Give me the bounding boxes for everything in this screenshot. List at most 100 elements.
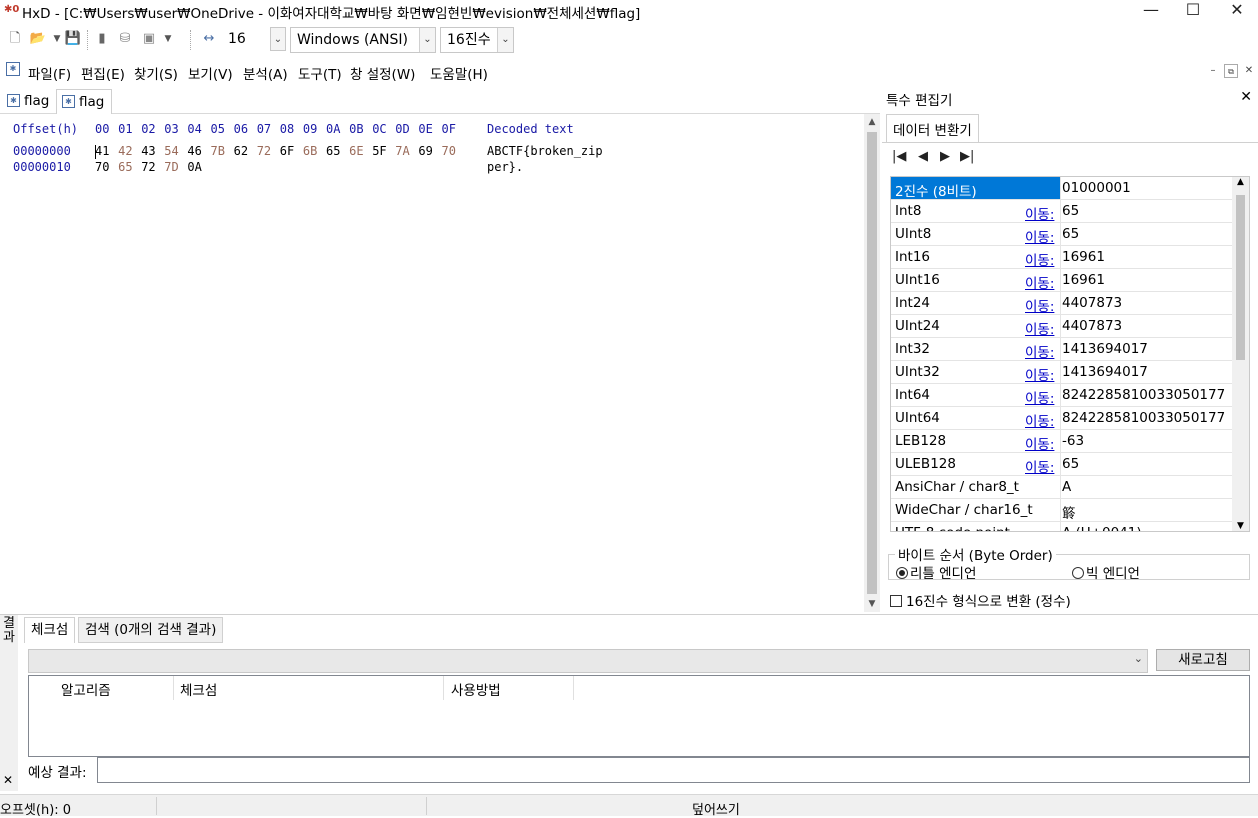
inspector-row[interactable]: 2진수 (8비트) 01000001 xyxy=(891,177,1233,200)
menu-tools[interactable]: 도구(T) xyxy=(298,63,342,83)
inspector-row[interactable]: Int32 이동: 1413694017 xyxy=(891,338,1233,361)
scroll-thumb[interactable] xyxy=(867,132,877,594)
inspector-scrollbar[interactable]: ▲ ▼ xyxy=(1232,177,1249,531)
hex-byte[interactable]: 70 xyxy=(442,144,456,158)
decoded-text[interactable]: per}. xyxy=(487,160,523,174)
inspector-value[interactable]: 01000001 xyxy=(1062,180,1131,196)
go-to-link[interactable]: 이동: xyxy=(1025,295,1054,315)
hex-byte[interactable]: 72 xyxy=(257,144,271,158)
encoding-select[interactable]: Windows (ANSI) ⌄ xyxy=(290,27,436,53)
hex-byte[interactable]: 7B xyxy=(211,144,225,158)
bytes-per-row-select[interactable]: 16 ⌄ xyxy=(222,27,286,53)
hex-format-checkbox[interactable]: 16진수 형식으로 변환 (정수) xyxy=(890,590,1071,610)
inspector-value[interactable]: 16961 xyxy=(1062,272,1105,288)
inspector-value[interactable]: A (U+0041) xyxy=(1062,525,1142,531)
tab-search-results[interactable]: 검색 (0개의 검색 결과) xyxy=(78,617,224,643)
inspector-value[interactable]: 8242285810033050177 xyxy=(1062,387,1225,403)
inspector-row[interactable]: LEB128 이동: -63 xyxy=(891,430,1233,453)
hex-byte[interactable]: 72 xyxy=(141,160,155,174)
mdi-close-icon[interactable]: ✕ xyxy=(1242,64,1256,78)
little-endian-radio[interactable]: 리틀 엔디언 xyxy=(896,562,976,582)
go-to-link[interactable]: 이동: xyxy=(1025,364,1054,384)
inspector-value[interactable]: -63 xyxy=(1062,433,1084,449)
inspector-value[interactable]: 1413694017 xyxy=(1062,341,1148,357)
inspector-row[interactable]: Int8 이동: 65 xyxy=(891,200,1233,223)
inspector-row[interactable]: ULEB128 이동: 65 xyxy=(891,453,1233,476)
algorithm-select[interactable]: ⌄ xyxy=(28,649,1148,673)
go-to-link[interactable]: 이동: xyxy=(1025,341,1054,361)
next-icon[interactable]: ▶ xyxy=(940,149,950,164)
inspector-value[interactable]: 65 xyxy=(1062,226,1079,242)
hex-byte[interactable]: 6E xyxy=(349,144,363,158)
hex-byte[interactable]: 6F xyxy=(280,144,294,158)
hex-byte[interactable]: 65 xyxy=(118,160,132,174)
inspector-value[interactable]: 65 xyxy=(1062,203,1079,219)
tab-flag-2[interactable]: ✱ flag xyxy=(56,89,112,114)
decoded-text[interactable]: ABCTF{broken_zip xyxy=(487,144,603,158)
menu-edit[interactable]: 편집(E) xyxy=(81,63,125,83)
scroll-down-icon[interactable]: ▼ xyxy=(1232,521,1249,531)
hex-byte[interactable]: 69 xyxy=(418,144,432,158)
menu-file[interactable]: 파일(F) xyxy=(28,63,71,83)
inspector-row[interactable]: UInt32 이동: 1413694017 xyxy=(891,361,1233,384)
hex-byte[interactable]: 41 xyxy=(95,144,109,158)
inspector-value[interactable]: 65 xyxy=(1062,456,1079,472)
hex-scrollbar[interactable]: ▲ ▼ xyxy=(864,114,880,612)
inspector-row[interactable]: Int64 이동: 8242285810033050177 xyxy=(891,384,1233,407)
disk-icon[interactable]: ⛁ xyxy=(116,30,134,48)
refresh-button[interactable]: 새로고침 xyxy=(1156,649,1250,671)
big-endian-radio[interactable]: 빅 엔디언 xyxy=(1072,562,1140,582)
hex-byte[interactable]: 7A xyxy=(395,144,409,158)
go-to-link[interactable]: 이동: xyxy=(1025,318,1054,338)
column-algorithm[interactable]: 알고리즘 xyxy=(61,679,111,699)
hex-editor[interactable]: Offset(h) 00 01 02 03 04 05 06 07 08 09 0A 0B 0C 0D 0E… xyxy=(0,114,864,612)
menu-window[interactable]: 창 설정(W) xyxy=(350,63,415,83)
inspector-row[interactable]: UTF-8 code point A (U+0041) xyxy=(891,522,1233,531)
memory-dropdown-icon[interactable]: ▼ xyxy=(159,30,177,48)
last-icon[interactable]: ▶| xyxy=(960,149,974,164)
close-file-icon[interactable]: ▮ xyxy=(93,30,111,48)
expected-result-input[interactable] xyxy=(97,757,1250,783)
hex-byte[interactable]: 62 xyxy=(234,144,248,158)
go-to-link[interactable]: 이동: xyxy=(1025,249,1054,269)
inspector-row[interactable]: UInt24 이동: 4407873 xyxy=(891,315,1233,338)
menu-analysis[interactable]: 분석(A) xyxy=(243,63,288,83)
column-usage[interactable]: 사용방법 xyxy=(451,679,501,699)
scroll-thumb[interactable] xyxy=(1236,195,1245,360)
inspector-row[interactable]: UInt8 이동: 65 xyxy=(891,223,1233,246)
inspector-value[interactable]: 䉁 xyxy=(1062,502,1076,522)
inspector-row[interactable]: UInt64 이동: 8242285810033050177 xyxy=(891,407,1233,430)
inspector-value[interactable]: A xyxy=(1062,479,1071,495)
new-file-icon[interactable]: 🗋 xyxy=(6,30,24,48)
inspector-row[interactable]: AnsiChar / char8_t A xyxy=(891,476,1233,499)
inspector-value[interactable]: 16961 xyxy=(1062,249,1105,265)
go-to-link[interactable]: 이동: xyxy=(1025,203,1054,223)
hex-byte[interactable]: 0A xyxy=(187,160,201,174)
open-folder-icon[interactable]: 📂 xyxy=(29,30,47,48)
close-icon[interactable]: ✕ xyxy=(1240,89,1252,105)
menu-help[interactable]: 도움말(H) xyxy=(430,63,488,83)
menu-search[interactable]: 찾기(S) xyxy=(134,63,178,83)
go-to-link[interactable]: 이동: xyxy=(1025,272,1054,292)
hex-byte[interactable]: 7D xyxy=(164,160,178,174)
menu-view[interactable]: 보기(V) xyxy=(188,63,233,83)
scroll-up-icon[interactable]: ▲ xyxy=(1232,177,1249,187)
hex-byte[interactable]: 65 xyxy=(326,144,340,158)
close-button[interactable]: ✕ xyxy=(1214,0,1258,22)
close-icon[interactable]: ✕ xyxy=(3,773,13,787)
inspector-row[interactable]: UInt16 이동: 16961 xyxy=(891,269,1233,292)
memory-icon[interactable]: ▣ xyxy=(140,30,158,48)
column-checksum[interactable]: 체크섬 xyxy=(180,679,217,699)
mdi-restore-icon[interactable]: ⧉ xyxy=(1224,64,1238,78)
hex-byte[interactable]: 54 xyxy=(164,144,178,158)
hex-byte[interactable]: 43 xyxy=(141,144,155,158)
go-to-link[interactable]: 이동: xyxy=(1025,456,1054,476)
tab-checksum[interactable]: 체크섬 xyxy=(24,617,76,643)
hex-byte[interactable]: 42 xyxy=(118,144,132,158)
tab-data-inspector[interactable]: 데이터 변환기 xyxy=(886,114,979,142)
inspector-row[interactable]: Int16 이동: 16961 xyxy=(891,246,1233,269)
inspector-value[interactable]: 8242285810033050177 xyxy=(1062,410,1225,426)
inspector-value[interactable]: 1413694017 xyxy=(1062,364,1148,380)
first-icon[interactable]: |◀ xyxy=(892,149,906,164)
scroll-up-icon[interactable]: ▲ xyxy=(864,114,880,130)
